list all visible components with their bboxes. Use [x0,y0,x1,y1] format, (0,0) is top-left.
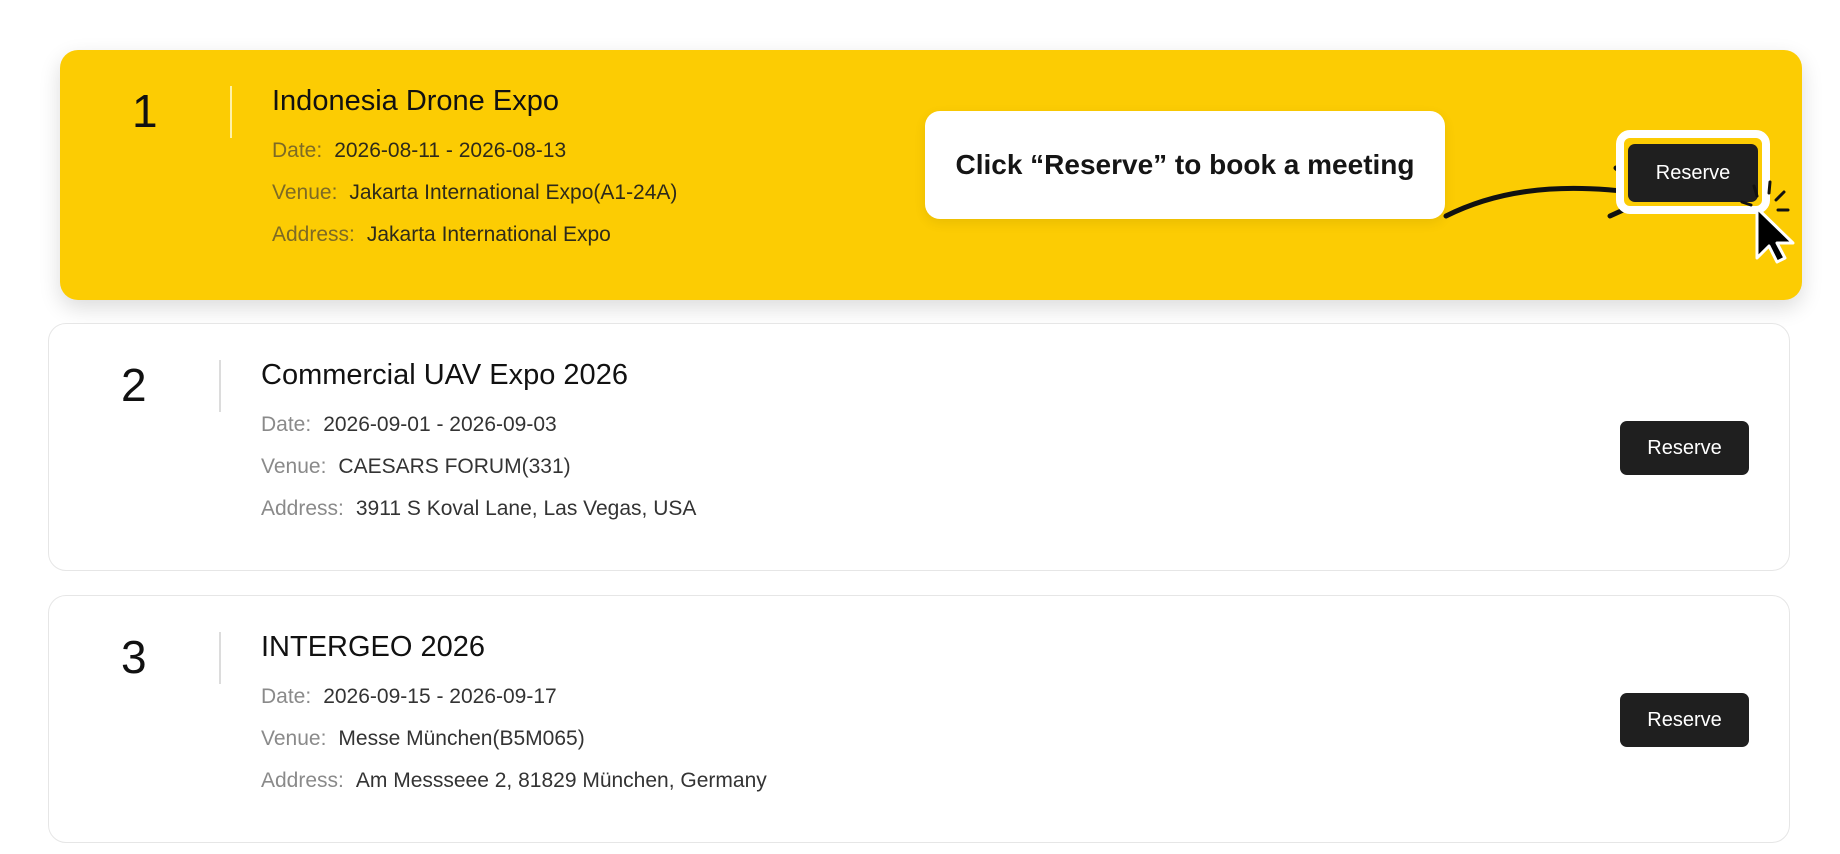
event-title: INTERGEO 2026 [261,631,486,663]
venue-label: Venue: [261,727,327,750]
date-label: Date: [272,139,323,162]
address-label: Address: [272,223,355,246]
date-label: Date: [261,413,312,436]
event-list-page: 1 Indonesia Drone Expo Date: 2026-08-11 -… [0,0,1840,854]
event-address: Jakarta International Expo [366,223,611,246]
reserve-button[interactable]: Reserve [1628,144,1758,202]
event-details: INTERGEO 2026 Date: 2026-09-15 - 2026-09-… [261,631,767,810]
venue-label: Venue: [272,181,338,204]
address-label: Address: [261,497,344,520]
event-title: Commercial UAV Expo 2026 [261,359,628,391]
event-address: Am Messseee 2, 81829 München, Germany [355,769,767,792]
event-title: Indonesia Drone Expo [272,85,559,117]
tutorial-callout: Click “Reserve” to book a meeting [925,111,1445,219]
card-divider [219,632,221,684]
event-venue: CAESARS FORUM(331) [338,455,571,478]
card-divider [219,360,221,412]
venue-label: Venue: [261,455,327,478]
event-date-row: Date: 2026-08-11 - 2026-08-13 [272,138,677,180]
event-date: 2026-08-11 - 2026-08-13 [334,139,567,162]
event-venue-row: Venue: Jakarta International Expo(A1-24A) [272,180,677,222]
event-address-row: Address: Jakarta International Expo [272,222,677,264]
event-venue-row: Venue: CAESARS FORUM(331) [261,454,696,496]
event-card-1: 1 Indonesia Drone Expo Date: 2026-08-11 -… [60,50,1802,300]
event-date-row: Date: 2026-09-01 - 2026-09-03 [261,412,696,454]
address-label: Address: [261,769,344,792]
event-venue: Messe München(B5M065) [338,727,585,750]
event-address-row: Address: 3911 S Koval Lane, Las Vegas, US… [261,496,696,538]
event-venue: Jakarta International Expo(A1-24A) [349,181,678,204]
event-date: 2026-09-15 - 2026-09-17 [323,685,557,708]
event-card-3: 3 INTERGEO 2026 Date: 2026-09-15 - 2026-0… [48,595,1790,843]
event-card-2: 2 Commercial UAV Expo 2026 Date: 2026-09-… [48,323,1790,571]
event-date: 2026-09-01 - 2026-09-03 [323,413,557,436]
event-number: 2 [121,359,147,411]
event-address: 3911 S Koval Lane, Las Vegas, USA [355,497,697,520]
event-number: 3 [121,631,147,683]
card-divider [230,86,232,138]
mouse-pointer-icon [1740,180,1795,264]
reserve-button[interactable]: Reserve [1620,421,1749,475]
event-address-row: Address: Am Messseee 2, 81829 München, Ge… [261,768,767,810]
event-details: Commercial UAV Expo 2026 Date: 2026-09-01… [261,359,696,538]
event-number: 1 [132,85,158,137]
reserve-button[interactable]: Reserve [1620,693,1749,747]
date-label: Date: [261,685,312,708]
event-date-row: Date: 2026-09-15 - 2026-09-17 [261,684,767,726]
event-details: Indonesia Drone Expo Date: 2026-08-11 - 2… [272,85,677,264]
event-venue-row: Venue: Messe München(B5M065) [261,726,767,768]
